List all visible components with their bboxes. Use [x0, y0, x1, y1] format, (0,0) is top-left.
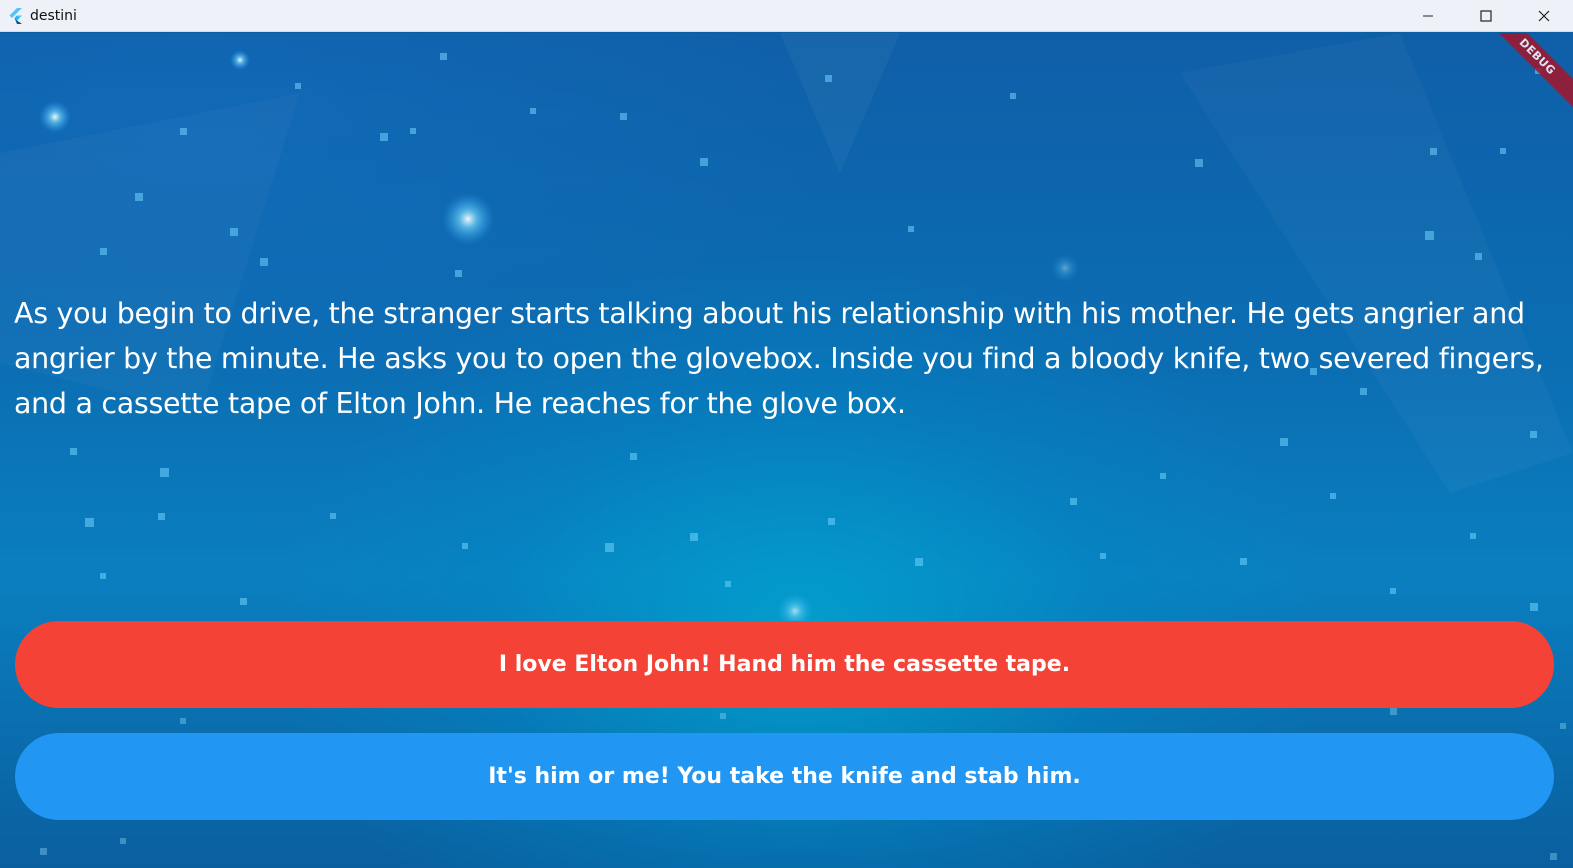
app-window: destini As you begin to drive, the stran… — [0, 0, 1573, 868]
story-text: As you begin to drive, the stranger star… — [14, 297, 1544, 420]
window-title: destini — [30, 7, 77, 24]
close-icon — [1538, 10, 1550, 22]
minimize-icon — [1422, 10, 1434, 22]
minimize-button[interactable] — [1399, 0, 1457, 32]
flutter-logo-icon — [8, 7, 24, 24]
app-content: As you begin to drive, the stranger star… — [0, 33, 1573, 868]
maximize-button[interactable] — [1457, 0, 1515, 32]
title-bar: destini — [0, 0, 1573, 32]
choice-2-button[interactable]: It's him or me! You take the knife and s… — [15, 733, 1554, 820]
close-button[interactable] — [1515, 0, 1573, 32]
window-controls — [1399, 0, 1573, 32]
choice-1-button[interactable]: I love Elton John! Hand him the cassette… — [15, 621, 1554, 708]
maximize-icon — [1480, 10, 1492, 22]
